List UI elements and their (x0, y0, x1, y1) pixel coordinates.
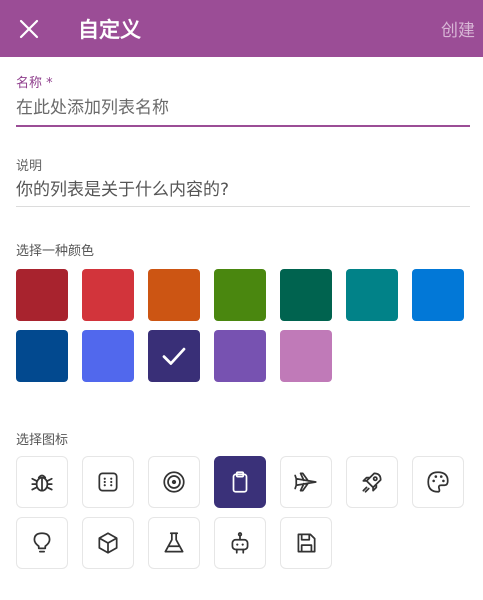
page-title: 自定义 (78, 18, 141, 42)
color-swatch[interactable] (214, 269, 266, 321)
rocket-icon (362, 472, 382, 493)
bug-icon (31, 474, 53, 492)
description-input[interactable] (16, 174, 470, 207)
color-swatch[interactable] (214, 330, 266, 382)
color-swatch[interactable] (82, 269, 134, 321)
icon-option[interactable] (280, 456, 332, 508)
icon-picker (16, 456, 476, 578)
icon-option[interactable] (16, 517, 68, 569)
close-icon (19, 19, 39, 39)
icon-option[interactable] (82, 456, 134, 508)
checkmark-icon (162, 347, 186, 365)
dice-icon (98, 472, 118, 492)
palette-icon (427, 471, 449, 493)
create-button[interactable]: 创建 (441, 16, 475, 41)
name-input[interactable] (16, 91, 470, 127)
icon-option[interactable] (412, 456, 464, 508)
robot-icon (231, 532, 249, 554)
flask-icon (164, 532, 184, 553)
color-swatch[interactable] (280, 269, 332, 321)
description-field-label: 说明 (16, 159, 43, 174)
icon-section-label: 选择图标 (16, 433, 69, 448)
icon-option[interactable] (280, 517, 332, 569)
close-button[interactable] (16, 16, 42, 42)
icon-option[interactable] (16, 456, 68, 508)
airplane-icon (294, 472, 317, 492)
icon-option[interactable] (346, 456, 398, 508)
color-swatch[interactable] (148, 269, 200, 321)
top-app-bar: 自定义 创建 (0, 0, 483, 57)
icon-option[interactable] (82, 517, 134, 569)
color-swatch[interactable] (148, 330, 200, 382)
color-section-label: 选择一种颜色 (16, 244, 95, 259)
name-field-label: 名称 * (16, 76, 53, 91)
color-swatch[interactable] (412, 269, 464, 321)
save-icon (297, 533, 316, 553)
lightbulb-icon (33, 532, 51, 553)
icon-option[interactable] (214, 456, 266, 508)
icon-option[interactable] (214, 517, 266, 569)
color-swatch[interactable] (82, 330, 134, 382)
color-swatch[interactable] (16, 269, 68, 321)
color-swatch[interactable] (280, 330, 332, 382)
color-swatch[interactable] (346, 269, 398, 321)
icon-option[interactable] (148, 517, 200, 569)
color-picker (16, 269, 476, 391)
cube-icon (98, 532, 118, 554)
target-icon (163, 471, 185, 493)
icon-option[interactable] (148, 456, 200, 508)
clipboard-icon (232, 471, 248, 493)
color-swatch[interactable] (16, 330, 68, 382)
